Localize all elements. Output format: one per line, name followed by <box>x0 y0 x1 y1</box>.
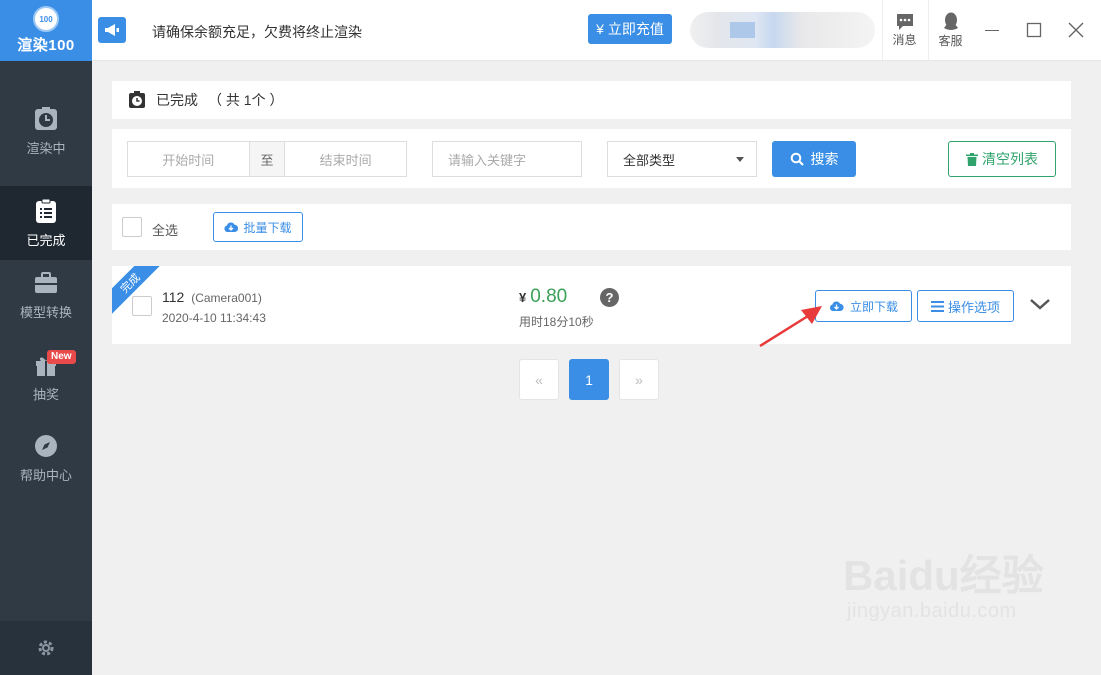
new-badge: New <box>47 350 76 364</box>
task-count: （ 共 1个 ） <box>208 92 284 108</box>
logo: 100 渲染100 <box>0 0 92 61</box>
minimize-button[interactable] <box>980 18 1004 42</box>
top-bar: 请确保余额充足，欠费将终止渲染 ¥ 立即充值 消息 客服 <box>92 0 1101 61</box>
recharge-button[interactable]: ¥ 立即充值 <box>588 14 672 44</box>
watermark: Baidu经验 jingyan.baidu.com <box>843 552 1044 623</box>
customer-service-button[interactable]: 客服 <box>928 0 972 60</box>
type-select-value: 全部类型 <box>623 152 676 168</box>
cloud-download-icon <box>829 301 844 311</box>
operation-options-button[interactable]: 操作选项 <box>917 290 1014 322</box>
task-name: 112 (Camera001) <box>162 289 262 305</box>
task-price: ¥0.80 <box>519 286 567 308</box>
sidebar-item-label: 模型转换 <box>19 304 72 320</box>
settings-button[interactable] <box>0 621 92 675</box>
question-icon[interactable]: ? <box>600 288 619 307</box>
task-id: 112 <box>162 289 185 305</box>
sidebar-item-completed[interactable]: 已完成 <box>0 186 92 260</box>
date-to-label: 至 <box>248 142 286 176</box>
sidebar: 100 渲染100 渲染中 已完成 模型转换 New 抽奖 帮助中心 <box>0 0 92 675</box>
logo-badge: 100 <box>33 6 59 32</box>
sidebar-item-lottery[interactable]: New 抽奖 <box>0 340 92 414</box>
task-duration: 用时18分10秒 <box>519 315 594 329</box>
search-icon <box>790 152 804 166</box>
watermark-url: jingyan.baidu.com <box>847 600 1017 622</box>
clock-icon <box>35 106 57 130</box>
chevron-down-icon[interactable] <box>1028 296 1052 312</box>
service-label: 客服 <box>938 33 963 48</box>
date-range: 开始时间 至 结束时间 <box>127 141 407 177</box>
price-value: 0.80 <box>530 286 568 307</box>
minimize-icon <box>985 30 999 31</box>
task-row: 完成 112 (Camera001) 2020-4-10 11:34:43 ¥0… <box>112 266 1071 344</box>
close-button[interactable] <box>1064 18 1088 42</box>
close-icon <box>1068 22 1084 38</box>
watermark-logo: Baidu经验 <box>843 552 1044 599</box>
maximize-icon <box>1026 22 1042 38</box>
trash-icon <box>966 152 978 166</box>
sidebar-item-label: 帮助中心 <box>19 467 72 483</box>
next-page-button[interactable]: » <box>619 359 659 400</box>
briefcase-icon <box>35 271 57 293</box>
search-label: 搜索 <box>810 151 839 167</box>
select-all-label: 全选 <box>152 223 179 238</box>
messages-label: 消息 <box>892 32 917 47</box>
operation-options-label: 操作选项 <box>947 299 1000 315</box>
sidebar-item-label: 渲染中 <box>26 140 66 156</box>
caret-down-icon <box>736 157 744 162</box>
maximize-button[interactable] <box>1022 18 1046 42</box>
clear-list-label: 清空列表 <box>982 151 1038 167</box>
keyword-input[interactable]: 请输入关键字 <box>432 141 582 177</box>
end-time-input[interactable]: 结束时间 <box>285 142 406 176</box>
sidebar-item-model-convert[interactable]: 模型转换 <box>0 258 92 332</box>
batch-download-label: 批量下载 <box>243 220 292 235</box>
task-date: 2020-4-10 11:34:43 <box>162 311 266 325</box>
list-icon <box>36 198 56 223</box>
sidebar-item-label: 已完成 <box>26 232 66 248</box>
logo-text: 渲染100 <box>17 37 75 54</box>
task-checkbox[interactable] <box>132 296 152 316</box>
sidebar-item-help[interactable]: 帮助中心 <box>0 421 92 495</box>
select-bar: 全选 批量下载 <box>112 204 1071 250</box>
filter-bar: 开始时间 至 结束时间 请输入关键字 全部类型 搜索 清空列表 <box>112 129 1071 188</box>
cloud-download-icon <box>224 222 239 232</box>
page-title: 已完成 <box>156 92 198 108</box>
page-title-bar: 已完成 （ 共 1个 ） <box>112 81 1071 119</box>
user-account[interactable] <box>690 12 875 48</box>
penguin-icon <box>943 12 958 30</box>
start-time-input[interactable]: 开始时间 <box>128 142 249 176</box>
sidebar-item-rendering[interactable]: 渲染中 <box>0 94 92 168</box>
pagination: « 1 » <box>519 359 659 400</box>
messages-button[interactable]: 消息 <box>882 0 926 60</box>
download-now-button[interactable]: 立即下载 <box>815 290 912 322</box>
compass-icon <box>35 434 57 457</box>
type-select[interactable]: 全部类型 <box>607 141 757 177</box>
select-all-checkbox[interactable] <box>122 217 142 237</box>
stopwatch-icon <box>129 91 145 108</box>
batch-download-button[interactable]: 批量下载 <box>213 212 303 242</box>
search-button[interactable]: 搜索 <box>772 141 856 177</box>
clear-list-button[interactable]: 清空列表 <box>948 141 1056 177</box>
menu-icon <box>930 300 944 312</box>
download-now-label: 立即下载 <box>849 299 898 314</box>
prev-page-button[interactable]: « <box>519 359 559 400</box>
sidebar-item-label: 抽奖 <box>32 386 59 402</box>
chat-icon <box>896 13 913 30</box>
page-button-current[interactable]: 1 <box>569 359 609 400</box>
task-camera: (Camera001) <box>191 291 262 305</box>
gear-icon <box>38 640 54 656</box>
currency-symbol: ¥ <box>519 290 527 305</box>
megaphone-icon <box>98 17 126 43</box>
balance-notice: 请确保余额充足，欠费将终止渲染 <box>152 24 362 40</box>
